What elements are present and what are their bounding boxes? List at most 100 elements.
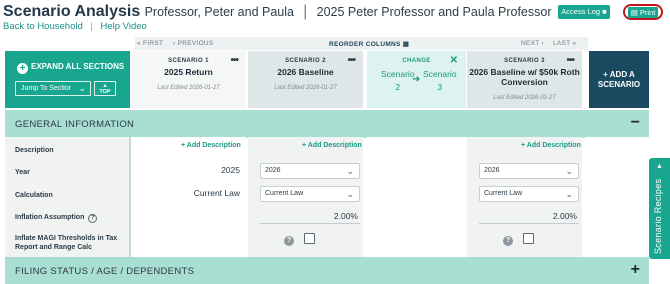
input-underline (479, 223, 579, 224)
inflate-magi-checkbox[interactable] (523, 233, 534, 244)
more-options-icon[interactable]: ••• (230, 55, 238, 66)
scenario-name: 2025 Return (164, 67, 213, 77)
inflation-input[interactable]: 2.00% (553, 211, 577, 221)
row-label-year: Year (15, 169, 30, 176)
calculation-select[interactable]: Current Law ⌄ (260, 186, 360, 202)
header-links: Back to Household | Help Video (3, 21, 147, 32)
expand-all-label: EXPAND ALL SECTIONS (31, 62, 125, 71)
help-video-link[interactable]: Help Video (101, 21, 147, 32)
columns-icon: ▦ (402, 41, 410, 48)
page-title: Scenario Analysis Professor, Peter and P… (3, 3, 574, 21)
calculation-select-value: Current Law (484, 190, 523, 197)
chevron-down-icon: ⌄ (565, 189, 573, 199)
access-log-button[interactable]: Access Log ■ (558, 5, 610, 19)
chevron-down-icon: ⌄ (346, 189, 354, 199)
last-edited: Last Edited 2026-01-27 (493, 95, 556, 101)
scenario-recipes-label: Scenario Recipes (653, 178, 663, 254)
scenario-3-header[interactable]: SCENARIO 3 2026 Baseline w/ $50k Roth Co… (467, 51, 582, 108)
collapse-icon[interactable]: − (631, 114, 640, 132)
change-from-number: 2 (395, 82, 401, 92)
year-select-value: 2026 (265, 167, 281, 174)
scenario-2-header[interactable]: SCENARIO 2 2026 Baseline Last Edited 202… (248, 51, 363, 108)
scenario-label: SCENARIO 1 (168, 58, 209, 64)
change-column-header: CHANGE ✕ Scenario 2 ➜ Scenario 3 (367, 51, 466, 108)
year-select-value: 2026 (484, 167, 500, 174)
nav-previous[interactable]: ‹ PREVIOUS (173, 40, 214, 47)
more-options-icon[interactable]: ••• (347, 55, 355, 66)
help-icon[interactable]: ? (503, 236, 513, 246)
calculation-select-value: Current Law (265, 190, 304, 197)
more-options-icon[interactable]: ••• (566, 55, 574, 66)
year-select[interactable]: 2026 ⌄ (260, 163, 360, 179)
row-label-calculation: Calculation (15, 192, 53, 199)
scenario-label: SCENARIO 2 (285, 58, 326, 64)
scenario-2-column: + Add Description 2026 ⌄ Current Law ⌄ 2… (248, 137, 363, 257)
scenario-header-row: + EXPAND ALL SECTIONS Jump To Sectior ⌄ ▲… (5, 51, 649, 108)
section-general-information[interactable]: GENERAL INFORMATION − (5, 110, 649, 138)
print-highlight-ring: ▤ Print (623, 4, 663, 20)
reorder-columns-button[interactable]: REORDER COLUMNS ▦ (329, 40, 409, 48)
calculation-value: Current Law (193, 188, 240, 198)
year-select[interactable]: 2026 ⌄ (479, 163, 579, 179)
arrow-right-icon: ➜ (412, 74, 421, 85)
lock-icon: ■ (602, 7, 607, 16)
scenario-name: 2026 Baseline w/ $50k Roth Conversion (469, 67, 580, 87)
printer-icon: ▤ (630, 8, 638, 17)
change-to[interactable]: Scenario 3 (423, 68, 457, 94)
close-icon[interactable]: ✕ (450, 55, 458, 66)
page-header: Scenario Analysis Professor, Peter and P… (0, 0, 670, 36)
access-log-label: Access Log (561, 7, 601, 16)
change-to-number: 3 (437, 82, 443, 92)
back-to-household-link[interactable]: Back to Household (3, 21, 83, 32)
scenario-name: 2026 Baseline (277, 67, 334, 77)
scenario-label: SCENARIO 3 (504, 58, 545, 64)
row-label-description: Description (15, 147, 54, 154)
section-title: GENERAL INFORMATION (15, 119, 135, 130)
chevron-down-icon: ⌄ (346, 166, 354, 176)
add-description-link[interactable]: + Add Description (521, 142, 581, 149)
last-edited: Last Edited 2026-01-27 (157, 85, 220, 91)
inflation-input[interactable]: 2.00% (334, 211, 358, 221)
section-title: FILING STATUS / AGE / DEPENDENTS (15, 266, 195, 277)
jump-to-section-label: Jump To Sectior (21, 85, 72, 92)
inflation-label-text: Inflation Assumption (15, 214, 85, 221)
scenario-3-column: + Add Description 2026 ⌄ Current Law ⌄ 2… (467, 137, 582, 257)
add-description-link[interactable]: + Add Description (181, 142, 241, 149)
row-label-inflate-magi: Inflate MAGI Thresholds in Tax Report an… (15, 235, 118, 251)
section-filing-status[interactable]: FILING STATUS / AGE / DEPENDENTS + (5, 257, 649, 284)
column-navigation-bar: « FIRST ‹ PREVIOUS REORDER COLUMNS ▦ NEX… (135, 37, 588, 50)
expand-all-button[interactable]: + EXPAND ALL SECTIONS (17, 62, 124, 74)
change-from-word: Scenario (381, 69, 415, 79)
plan-name[interactable]: 2025 Peter Professor and Paula Professor (317, 5, 552, 19)
caret-up-icon: ▲ (656, 163, 663, 170)
scenario-1-column: + Add Description 2025 Current Law (131, 137, 246, 257)
inflate-magi-checkbox[interactable] (304, 233, 315, 244)
print-button[interactable]: ▤ Print (628, 7, 658, 18)
client-name: Professor, Peter and Paula (144, 5, 294, 19)
expand-icon[interactable]: + (631, 261, 640, 279)
change-to-word: Scenario (423, 69, 457, 79)
calculation-select[interactable]: Current Law ⌄ (479, 186, 579, 202)
scenario-recipes-tab[interactable]: ▲ Scenario Recipes (649, 158, 670, 259)
add-scenario-button[interactable]: + ADD A SCENARIO (589, 51, 649, 108)
top-button[interactable]: ▲ TOP (94, 81, 116, 96)
app-title: Scenario Analysis (3, 3, 141, 20)
add-description-link[interactable]: + Add Description (302, 142, 362, 149)
change-column (367, 137, 466, 257)
input-underline (260, 223, 360, 224)
nav-first[interactable]: « FIRST (137, 40, 163, 47)
link-divider: | (90, 21, 93, 32)
jump-to-section-select[interactable]: Jump To Sectior ⌄ (15, 81, 91, 96)
year-value: 2025 (221, 165, 240, 175)
help-icon[interactable]: ? (284, 236, 294, 246)
help-icon[interactable]: ? (88, 214, 98, 223)
chevron-down-icon: ⌄ (565, 166, 573, 176)
last-edited: Last Edited 2026-01-27 (274, 85, 337, 91)
change-from[interactable]: Scenario 2 (381, 68, 415, 94)
title-separator: | (303, 3, 308, 20)
nav-last[interactable]: LAST » (553, 40, 576, 47)
scenario-1-header[interactable]: SCENARIO 1 2025 Return Last Edited 2026-… (131, 51, 246, 108)
nav-next[interactable]: NEXT › (521, 40, 544, 47)
row-label-inflation: Inflation Assumption? (15, 213, 98, 223)
row-labels-column: Description Year Calculation Inflation A… (5, 137, 130, 257)
